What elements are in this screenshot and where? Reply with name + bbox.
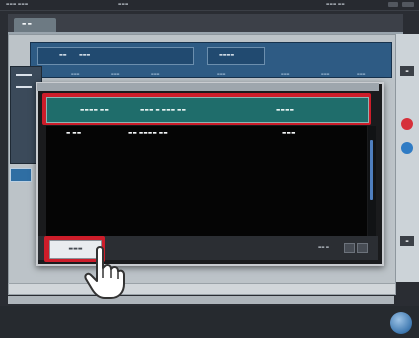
status-text-center: ▬▬▬: [118, 2, 129, 6]
tab-active[interactable]: ▬ ▬: [14, 18, 56, 32]
info-box-right: [207, 47, 265, 65]
info-label-2: ▬▬▬▬: [219, 52, 235, 57]
info-sub-label: ▬▬▬: [151, 72, 160, 76]
page-indicator: ▬▬ ▬: [318, 245, 330, 249]
column-header: ▬▬▬ ▬ ▬▬▬ ▬▬: [140, 108, 187, 113]
info-label-1: ▬▬: [59, 52, 67, 57]
tab-strip: ▬ ▬: [8, 14, 403, 34]
globe-icon[interactable]: [390, 312, 412, 334]
info-sub-label: ▬▬▬: [281, 72, 290, 76]
page-next-button[interactable]: [357, 243, 368, 253]
blue-circle-button[interactable]: [401, 142, 413, 154]
info-sub-label: ▬▬▬: [321, 72, 330, 76]
left-side-tab[interactable]: [10, 168, 32, 182]
list-cell[interactable]: ▬ ▬▬: [66, 131, 81, 136]
info-sub-label: ▬▬▬: [71, 72, 80, 76]
red-circle-button[interactable]: [401, 118, 413, 130]
close-window-button[interactable]: [402, 2, 414, 7]
info-sub-label: ▬▬▬: [111, 72, 120, 76]
scrollbar-thumb[interactable]: [370, 140, 373, 200]
dialog-title-bar: [37, 83, 379, 91]
list-area: [46, 126, 367, 236]
bottom-bar: [0, 306, 419, 338]
bottom-strip: [8, 296, 394, 304]
list-cell[interactable]: ▬▬▬: [282, 131, 296, 136]
status-text-right: ▬▬▬ ▬▬: [326, 2, 345, 6]
info-value-1: ▬▬▬: [79, 52, 91, 57]
list-cell[interactable]: ▬▬ ▬▬▬▬ ▬▬: [128, 131, 168, 136]
left-panel-item[interactable]: [16, 86, 32, 88]
minimize-button[interactable]: [388, 2, 398, 7]
left-panel-item[interactable]: [16, 74, 32, 76]
info-sub-label: ▬▬▬: [357, 72, 366, 76]
info-sub-label: ▬▬▬: [217, 72, 226, 76]
info-panel: ▬▬ ▬▬▬ ▬▬▬▬ ▬▬▬ ▬▬▬ ▬▬▬ ▬▬▬ ▬▬▬ ▬▬▬ ▬▬▬: [30, 42, 392, 78]
top-status-bar: [0, 0, 419, 11]
side-square-button[interactable]: ▬: [400, 236, 414, 246]
pointing-hand-icon: [84, 246, 125, 299]
status-text-left: ▬▬▬ ▬▬▬: [6, 2, 29, 6]
column-header: ▬▬▬▬ ▬▬: [80, 108, 110, 113]
page-prev-button[interactable]: [344, 243, 355, 253]
column-header: ▬▬▬▬: [276, 108, 295, 113]
side-square-button[interactable]: ▬: [400, 66, 414, 76]
lower-toolbar: [8, 283, 396, 295]
